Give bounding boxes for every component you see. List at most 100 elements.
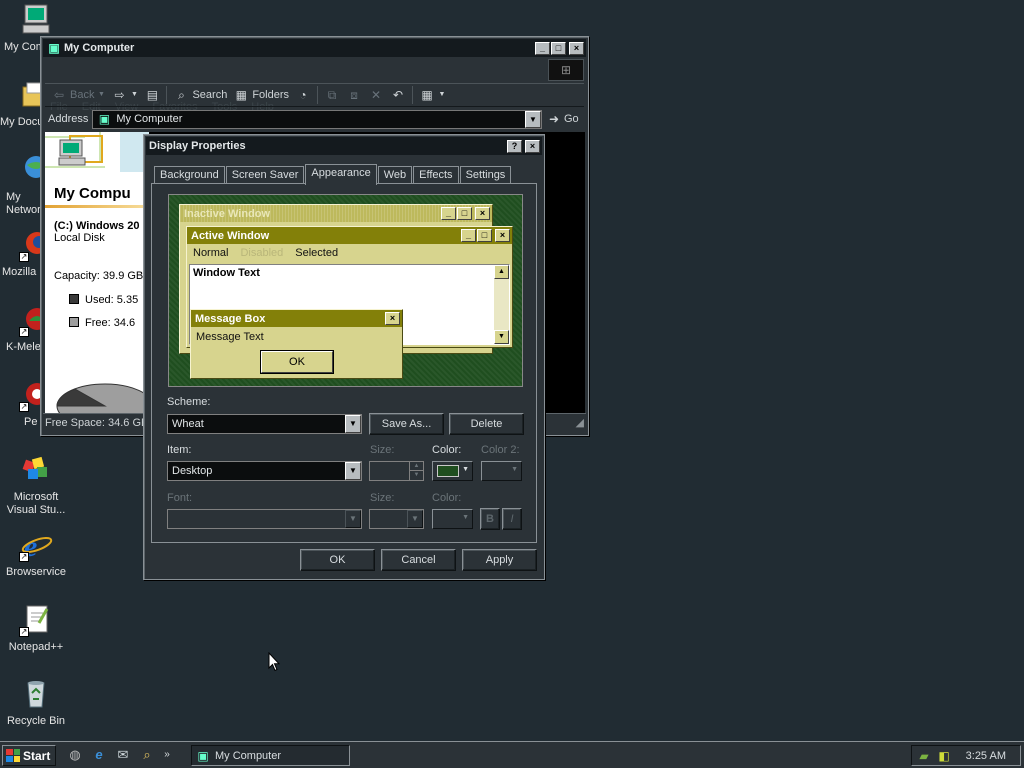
- views-button[interactable]: ▦ ▼: [419, 87, 446, 103]
- taskbar: Start ◍ e ✉ ⌕ » ▣ My Computer ▰ ◧ 3:25 A…: [0, 741, 1024, 768]
- start-button[interactable]: Start: [2, 745, 56, 766]
- chevron-down-icon: ▼: [462, 514, 469, 521]
- go-button[interactable]: ➜ Go: [546, 111, 584, 127]
- quick-launch: ◍ e ✉ ⌕ »: [66, 746, 172, 764]
- history-button[interactable]: ◔: [295, 87, 311, 103]
- mouse-cursor-icon: [268, 652, 280, 672]
- preview-message-text: Message Text: [196, 331, 264, 343]
- italic-button: I: [502, 508, 522, 530]
- minimize-icon: _: [441, 207, 456, 220]
- desktop-icon-visual-studio[interactable]: Microsoft Visual Stu...: [0, 453, 74, 517]
- address-field[interactable]: ▣ My Computer ▼: [92, 109, 542, 129]
- delete-scheme-button[interactable]: Delete: [449, 413, 524, 435]
- outlook-express-icon[interactable]: ✉: [114, 746, 132, 764]
- scroll-up-icon: ▲: [494, 265, 509, 279]
- volume-tray-icon[interactable]: ◧: [936, 748, 952, 764]
- views-grid-icon: ▦: [421, 88, 433, 102]
- my-computer-titlebar[interactable]: ▣ My Computer _ □ ×: [43, 39, 586, 57]
- desktop-icon-recycle-bin[interactable]: Recycle Bin: [0, 677, 74, 728]
- move-to-button[interactable]: ⧉: [324, 87, 340, 103]
- desktop-icon-notepadpp[interactable]: ↗ Notepad++: [0, 603, 74, 654]
- back-button[interactable]: ⇦ Back ▼: [51, 87, 105, 103]
- internet-explorer-icon[interactable]: e: [90, 746, 108, 764]
- close-icon: ×: [495, 229, 510, 242]
- panel-heading: My Compu: [54, 185, 131, 202]
- chevron-more-icon[interactable]: »: [162, 746, 172, 764]
- preview-inactive-titlebar: Inactive Window _ □ ×: [180, 205, 492, 222]
- folders-icon: ▦: [235, 88, 247, 102]
- close-button[interactable]: ×: [525, 139, 540, 153]
- drive-type: Local Disk: [54, 232, 105, 244]
- chevron-down-icon[interactable]: ▼: [97, 87, 105, 103]
- tab-effects[interactable]: Effects: [413, 166, 459, 184]
- minimize-button[interactable]: _: [535, 41, 550, 55]
- save-as-button[interactable]: Save As...: [369, 413, 444, 435]
- preview-scrollbar: ▲ ▼: [494, 265, 509, 344]
- cancel-button[interactable]: Cancel: [381, 549, 456, 571]
- ok-button[interactable]: OK: [300, 549, 375, 571]
- tab-settings[interactable]: Settings: [459, 166, 512, 184]
- my-computer-icon: ▣: [48, 41, 60, 55]
- tab-background[interactable]: Background: [154, 166, 225, 184]
- copy-to-button[interactable]: ⧈: [346, 87, 362, 103]
- taskbar-item-my-computer[interactable]: ▣ My Computer: [191, 745, 350, 766]
- network-tray-icon[interactable]: ▰: [916, 748, 932, 764]
- close-button[interactable]: ×: [569, 41, 584, 55]
- undo-button[interactable]: ↶: [390, 87, 406, 103]
- font-size-label: Size:: [370, 492, 395, 504]
- windows-flag-icon: [6, 749, 20, 762]
- tab-appearance[interactable]: Appearance: [305, 164, 377, 185]
- preview-active-titlebar: Active Window _ □ ×: [187, 227, 512, 244]
- size-label: Size:: [370, 444, 395, 456]
- address-value: My Computer: [116, 113, 183, 125]
- toolbar: ⇦ Back ▼ ⇨ ▼ ▤ ⌕ Search ▦ Folders ◔ ⧉ ⧈ …: [45, 83, 584, 107]
- my-computer-icon: ▣: [197, 748, 209, 763]
- up-folder-button[interactable]: ▤: [144, 87, 160, 103]
- forward-arrow-icon: ⇨: [114, 88, 125, 102]
- chevron-down-icon[interactable]: ▼: [345, 462, 361, 480]
- apply-button[interactable]: Apply: [462, 549, 537, 571]
- tab-screen-saver[interactable]: Screen Saver: [225, 166, 305, 184]
- address-bar: Address ▣ My Computer ▼ ➜ Go: [45, 108, 584, 130]
- item-color-button[interactable]: ▼: [432, 461, 473, 481]
- dialog-titlebar[interactable]: Display Properties ? ×: [146, 137, 542, 155]
- toolbar-separator: [166, 86, 168, 104]
- item-select[interactable]: Desktop ▼: [167, 461, 362, 481]
- tab-strip: Background Screen Saver Appearance Web E…: [154, 164, 512, 185]
- show-desktop-icon[interactable]: ◍: [66, 746, 84, 764]
- shortcut-arrow-icon: ↗: [19, 552, 29, 562]
- forward-button[interactable]: ⇨ ▼: [111, 87, 138, 103]
- maximize-button[interactable]: □: [551, 41, 566, 55]
- maximize-icon: □: [477, 229, 492, 242]
- disk-pie-chart: [56, 383, 149, 413]
- chevron-down-icon[interactable]: ▼: [345, 415, 361, 433]
- clock[interactable]: 3:25 AM: [966, 750, 1006, 762]
- scheme-preview[interactable]: Inactive Window _ □ × Active Window _ □ …: [168, 194, 523, 387]
- bold-button: B: [480, 508, 500, 530]
- address-dropdown-button[interactable]: ▼: [525, 110, 541, 128]
- spin-down-icon: ▼: [413, 472, 420, 478]
- help-button[interactable]: ?: [507, 139, 522, 153]
- spin-up-icon: ▲: [410, 462, 423, 471]
- appearance-panel: Inactive Window _ □ × Active Window _ □ …: [151, 183, 537, 543]
- desktop-icon-browservice[interactable]: e ↗ Browservice: [0, 528, 74, 579]
- address-label: Address: [48, 113, 89, 125]
- chevron-down-icon[interactable]: ▼: [130, 87, 138, 103]
- explorer-icon[interactable]: ⌕: [138, 746, 156, 764]
- folders-button[interactable]: ▦ Folders: [233, 87, 289, 103]
- font-label: Font:: [167, 492, 193, 504]
- my-computer-icon: ▣: [98, 112, 111, 126]
- close-icon: ×: [475, 207, 490, 220]
- free-row: Free: 34.6: [45, 317, 149, 329]
- display-properties-dialog: Display Properties ? × Background Screen…: [143, 134, 545, 580]
- delete-button[interactable]: ✕: [368, 87, 384, 103]
- used-row: Used: 5.35: [45, 294, 149, 306]
- tab-web[interactable]: Web: [377, 166, 413, 184]
- chevron-down-icon: ▼: [462, 466, 469, 473]
- info-panel: My Compu (C:) Windows 20 Local Disk Capa…: [45, 132, 149, 413]
- resize-grip-icon[interactable]: ◢: [576, 414, 584, 433]
- search-button[interactable]: ⌕ Search: [173, 87, 227, 103]
- font-select: ▼: [167, 509, 362, 529]
- move-to-icon: ⧉: [327, 88, 337, 102]
- scheme-select[interactable]: Wheat ▼: [167, 414, 362, 434]
